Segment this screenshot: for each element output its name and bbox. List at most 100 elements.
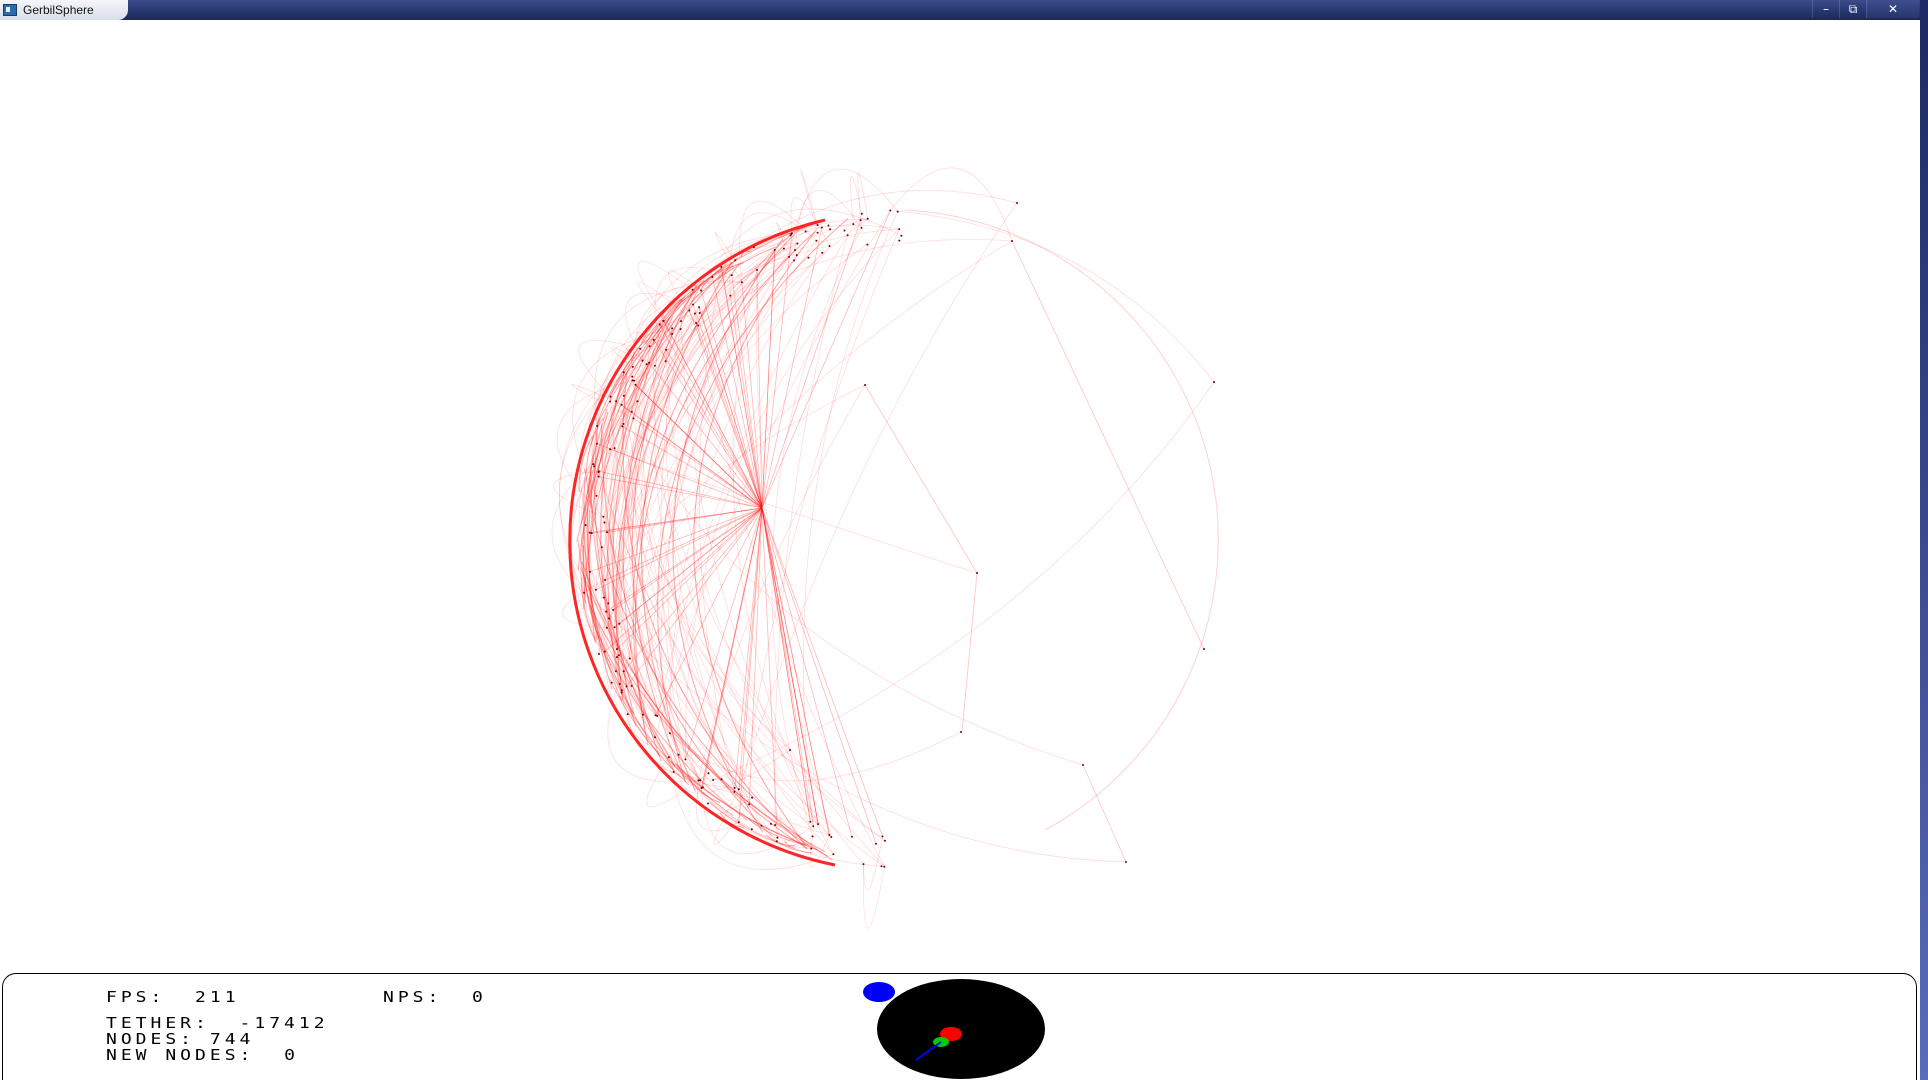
nps-value: 0 xyxy=(472,988,487,1007)
new-nodes-readout: NEW NODES: 0 xyxy=(106,1046,299,1065)
graph-node xyxy=(795,254,798,257)
app-window: GerbilSphere – ⧉ ✕ FPS: 211 NPS: 0 TETHE… xyxy=(0,0,1920,1080)
new-nodes-label: NEW NODES: xyxy=(106,1046,255,1065)
graph-node xyxy=(693,312,696,315)
graph-node xyxy=(590,532,593,535)
graph-node xyxy=(609,400,612,403)
graph-node xyxy=(816,231,819,234)
graph-node xyxy=(626,713,629,716)
graph-node xyxy=(631,379,634,382)
graph-node xyxy=(737,821,740,824)
graph-node xyxy=(607,602,610,605)
graph-node xyxy=(691,288,694,291)
fps-label: FPS: xyxy=(106,988,166,1007)
graph-node xyxy=(604,579,607,581)
graph-edge xyxy=(609,448,978,574)
graph-node xyxy=(880,865,883,868)
graph-node xyxy=(810,847,813,850)
graph-node xyxy=(596,442,598,445)
graph-node xyxy=(684,758,687,761)
graph-node xyxy=(875,842,877,845)
graph-node xyxy=(1011,240,1013,242)
graph-node xyxy=(668,732,671,735)
graph-node xyxy=(828,245,831,247)
graph-node xyxy=(632,417,635,420)
graph-node xyxy=(602,515,605,518)
graph-node xyxy=(595,494,598,497)
graph-node xyxy=(896,210,899,213)
minimize-button[interactable]: – xyxy=(1812,0,1839,18)
close-button[interactable]: ✕ xyxy=(1866,0,1919,18)
graph-node xyxy=(751,796,754,799)
graph-node xyxy=(811,835,814,838)
graph-edge xyxy=(734,507,763,792)
graph-node xyxy=(642,713,644,716)
graph-node xyxy=(698,306,701,309)
graph-node xyxy=(610,681,613,684)
graph-node xyxy=(859,219,862,222)
maximize-button[interactable]: ⧉ xyxy=(1839,0,1866,18)
graph-node xyxy=(712,779,715,781)
graph-viewport[interactable] xyxy=(0,20,1920,970)
graph-node xyxy=(622,371,625,374)
title-bar[interactable]: GerbilSphere – ⧉ ✕ xyxy=(0,0,1920,20)
graph-node xyxy=(756,268,758,271)
graph-edge xyxy=(889,167,1013,242)
graph-node xyxy=(606,531,608,534)
graph-edge xyxy=(771,227,862,837)
graph-node xyxy=(618,683,621,685)
sphere-graph[interactable] xyxy=(0,20,1920,970)
graph-node xyxy=(680,320,682,323)
graph-node xyxy=(677,753,680,756)
graph-node xyxy=(615,656,618,659)
graph-node xyxy=(653,364,656,367)
graph-node xyxy=(600,546,603,549)
graph-node xyxy=(748,803,751,806)
graph-node xyxy=(631,365,634,368)
graph-node xyxy=(817,823,820,826)
graph-node xyxy=(658,323,661,326)
new-nodes-value: 0 xyxy=(284,1046,299,1065)
fps-value: 211 xyxy=(195,988,240,1007)
graph-node xyxy=(770,822,772,825)
graph-node xyxy=(625,685,628,688)
graph-node xyxy=(815,239,818,242)
graph-node xyxy=(597,470,600,473)
graph-node xyxy=(843,229,846,232)
graph-edge xyxy=(803,211,899,827)
graph-node xyxy=(776,836,779,839)
graph-node xyxy=(898,239,901,242)
graph-node xyxy=(866,217,869,220)
graph-node xyxy=(603,521,606,524)
graph-node xyxy=(775,840,778,843)
graph-node xyxy=(774,824,777,826)
app-icon xyxy=(3,4,17,16)
graph-node xyxy=(664,360,667,363)
graph-node xyxy=(760,824,763,827)
graph-node xyxy=(615,400,618,403)
graph-node xyxy=(698,312,701,314)
graph-node xyxy=(734,259,737,262)
graph-node xyxy=(773,248,776,251)
gizmo-sphere xyxy=(877,979,1045,1079)
graph-edge xyxy=(761,219,861,509)
graph-node xyxy=(804,230,807,233)
fps-readout: FPS: 211 xyxy=(106,988,240,1007)
graph-node xyxy=(597,475,600,478)
graph-node xyxy=(583,591,586,594)
graph-node xyxy=(1082,764,1084,766)
graph-edges xyxy=(551,167,1219,929)
graph-node xyxy=(648,345,651,348)
graph-edge xyxy=(761,227,823,509)
graph-node xyxy=(832,853,835,856)
graph-node xyxy=(654,714,657,717)
graph-node xyxy=(846,234,849,237)
title-tab: GerbilSphere xyxy=(0,0,128,20)
graph-node xyxy=(864,384,866,386)
orientation-gizmo[interactable] xyxy=(853,974,1053,1080)
graph-node xyxy=(860,212,863,215)
graph-node xyxy=(1203,648,1205,650)
graph-node xyxy=(614,670,617,673)
graph-node xyxy=(593,465,596,468)
graph-node xyxy=(692,303,695,306)
